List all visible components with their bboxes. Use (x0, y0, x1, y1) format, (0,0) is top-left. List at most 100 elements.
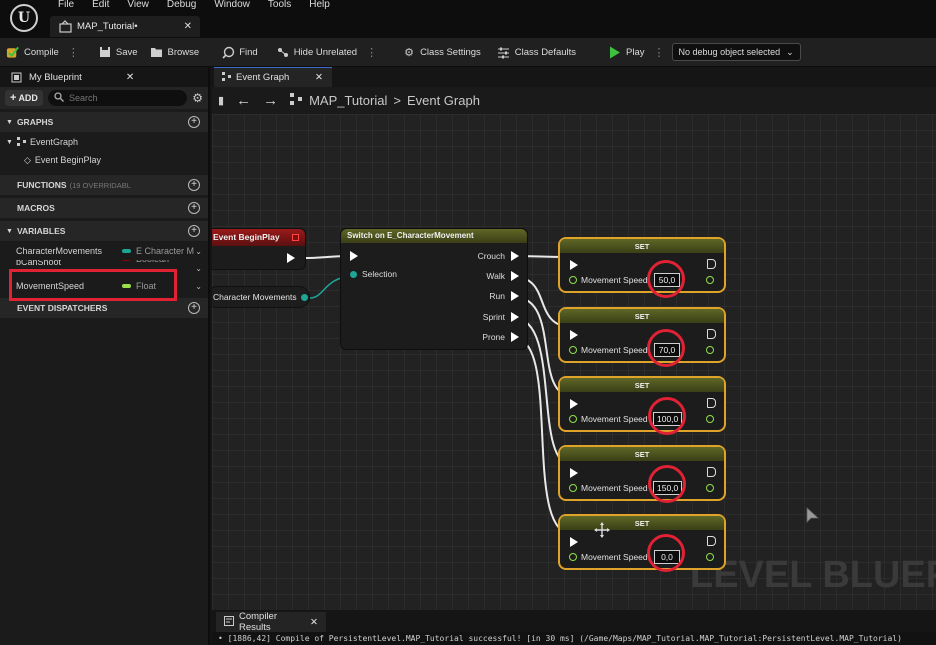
set-node[interactable]: SET Movement Speed 150,0 (558, 445, 726, 501)
switch-output-prone[interactable]: Prone (482, 332, 519, 342)
exec-output-pin[interactable] (707, 398, 716, 408)
float-output-pin[interactable] (706, 346, 714, 354)
play-icon (608, 45, 622, 59)
chevron-down-icon[interactable]: ⌄ (195, 247, 202, 256)
browse-button[interactable]: Browse (144, 41, 206, 63)
set-node[interactable]: SET Movement Speed 0,0 (558, 514, 726, 570)
tree-item-eventgraph[interactable]: ▼ EventGraph (0, 133, 208, 151)
add-dispatcher-icon[interactable]: + (188, 302, 200, 314)
settings-gear-icon[interactable]: ⚙ (192, 91, 203, 105)
compile-options-icon[interactable]: ⋮ (65, 46, 82, 59)
variable-row[interactable]: CharacterMovements E Character M ⌄ (0, 242, 208, 260)
graphs-section-header[interactable]: ▼ GRAPHS + (0, 112, 208, 132)
close-icon[interactable]: ✕ (310, 617, 318, 628)
forward-arrow-icon[interactable]: → (263, 92, 278, 109)
exec-input-pin[interactable] (570, 330, 578, 340)
compile-check-icon (6, 45, 20, 59)
switch-node[interactable]: Switch on E_CharacterMovement Selection … (340, 228, 528, 350)
chevron-down-icon[interactable]: ⌄ (195, 282, 202, 291)
play-button[interactable]: Play (602, 41, 650, 63)
exec-input-pin[interactable] (570, 537, 578, 547)
menu-view[interactable]: View (118, 0, 158, 14)
search-input[interactable] (68, 93, 169, 103)
add-button[interactable]: + ADD (5, 90, 43, 106)
switch-output-sprint[interactable]: Sprint (483, 312, 519, 322)
debug-object-select[interactable]: No debug object selected ⌄ (671, 43, 801, 61)
play-options-icon[interactable]: ⋮ (651, 46, 668, 59)
close-icon[interactable]: ✕ (184, 21, 192, 32)
compile-button[interactable]: Compile (0, 41, 65, 63)
variable-name: CharacterMovements (16, 246, 103, 256)
add-graph-icon[interactable]: + (188, 116, 200, 128)
hide-unrelated-button[interactable]: Hide Unrelated (270, 41, 363, 63)
close-icon[interactable]: ✕ (315, 72, 323, 83)
add-macro-icon[interactable]: + (188, 202, 200, 214)
float-input-pin[interactable] (569, 553, 577, 561)
switch-output-walk[interactable]: Walk (486, 271, 519, 281)
my-blueprint-tab[interactable]: My Blueprint ✕ (0, 67, 208, 87)
enum-output-pin[interactable] (300, 293, 308, 301)
exec-output-pin[interactable] (707, 329, 716, 339)
menu-window[interactable]: Window (205, 0, 259, 14)
class-defaults-button[interactable]: Class Defaults (491, 41, 582, 63)
exec-output-pin[interactable] (707, 467, 716, 477)
variable-type[interactable]: E Character M (122, 246, 194, 256)
exec-input-pin[interactable] (350, 251, 358, 261)
exec-input-pin[interactable] (570, 399, 578, 409)
float-input-pin[interactable] (569, 484, 577, 492)
float-output-pin[interactable] (706, 415, 714, 423)
menu-tools[interactable]: Tools (259, 0, 300, 14)
close-icon[interactable]: ✕ (126, 72, 134, 83)
find-button[interactable]: Find (215, 41, 263, 63)
movement-speed-label: Movement Speed (581, 483, 648, 493)
float-output-pin[interactable] (706, 553, 714, 561)
hide-unrelated-options-icon[interactable]: ⋮ (363, 46, 380, 59)
menu-debug[interactable]: Debug (158, 0, 205, 14)
add-function-icon[interactable]: + (188, 179, 200, 191)
event-dispatchers-section-header[interactable]: EVENT DISPATCHERS + (0, 298, 208, 318)
float-input-pin[interactable] (569, 415, 577, 423)
event-beginplay-node[interactable]: Event BeginPlay (212, 228, 306, 270)
set-node[interactable]: SET Movement Speed 70,0 (558, 307, 726, 363)
gear-icon: ⚙ (404, 46, 414, 59)
tab-compiler-results[interactable]: Compiler Results ✕ (216, 611, 326, 633)
tab-event-graph[interactable]: Event Graph ✕ (214, 67, 332, 87)
menu-help[interactable]: Help (300, 0, 339, 14)
variable-type[interactable]: Boolean (122, 260, 169, 264)
float-output-pin[interactable] (706, 276, 714, 284)
macros-section-header[interactable]: MACROS + (0, 198, 208, 218)
variables-section-header[interactable]: ▼ VARIABLES + (0, 221, 208, 241)
hide-unrelated-label: Hide Unrelated (293, 46, 358, 58)
functions-section-header[interactable]: FUNCTIONS (19 OVERRIDABL + (0, 175, 208, 195)
back-arrow-icon[interactable]: ← (236, 92, 251, 109)
set-node[interactable]: SET Movement Speed 50,0 (558, 237, 726, 293)
save-button[interactable]: Save (92, 41, 144, 63)
set-node[interactable]: SET Movement Speed 100,0 (558, 376, 726, 432)
switch-output-crouch[interactable]: Crouch (478, 251, 519, 261)
float-input-pin[interactable] (569, 276, 577, 284)
graph-pin-icon[interactable]: ▮ (218, 94, 224, 107)
menu-edit[interactable]: Edit (83, 0, 118, 14)
character-movements-getter-node[interactable]: Character Movements (212, 286, 310, 308)
exec-output-pin[interactable] (287, 253, 295, 263)
movement-speed-label: Movement Speed (581, 345, 648, 355)
graph-canvas[interactable]: LEVEL BLUEP Event BeginPlay Character Mo… (212, 114, 936, 610)
unreal-logo-icon[interactable]: U (10, 4, 38, 32)
exec-input-pin[interactable] (570, 260, 578, 270)
breadcrumb-leaf[interactable]: Event Graph (407, 93, 480, 108)
chevron-down-icon[interactable]: ⌄ (195, 264, 202, 273)
event-delegate-pin-icon[interactable] (292, 234, 299, 241)
float-input-pin[interactable] (569, 346, 577, 354)
exec-output-pin[interactable] (707, 259, 716, 269)
selection-input[interactable]: Selection (350, 269, 397, 279)
menu-file[interactable]: File (49, 0, 83, 14)
float-output-pin[interactable] (706, 484, 714, 492)
breadcrumb-root[interactable]: MAP_Tutorial (309, 93, 387, 108)
class-settings-button[interactable]: ⚙ Class Settings (396, 41, 487, 63)
exec-output-pin[interactable] (707, 536, 716, 546)
tree-item-event-beginplay[interactable]: ◇ Event BeginPlay (0, 151, 208, 169)
document-tab[interactable]: MAP_Tutorial• ✕ (50, 16, 200, 37)
add-variable-icon[interactable]: + (188, 225, 200, 237)
exec-input-pin[interactable] (570, 468, 578, 478)
switch-output-run[interactable]: Run (489, 291, 519, 301)
